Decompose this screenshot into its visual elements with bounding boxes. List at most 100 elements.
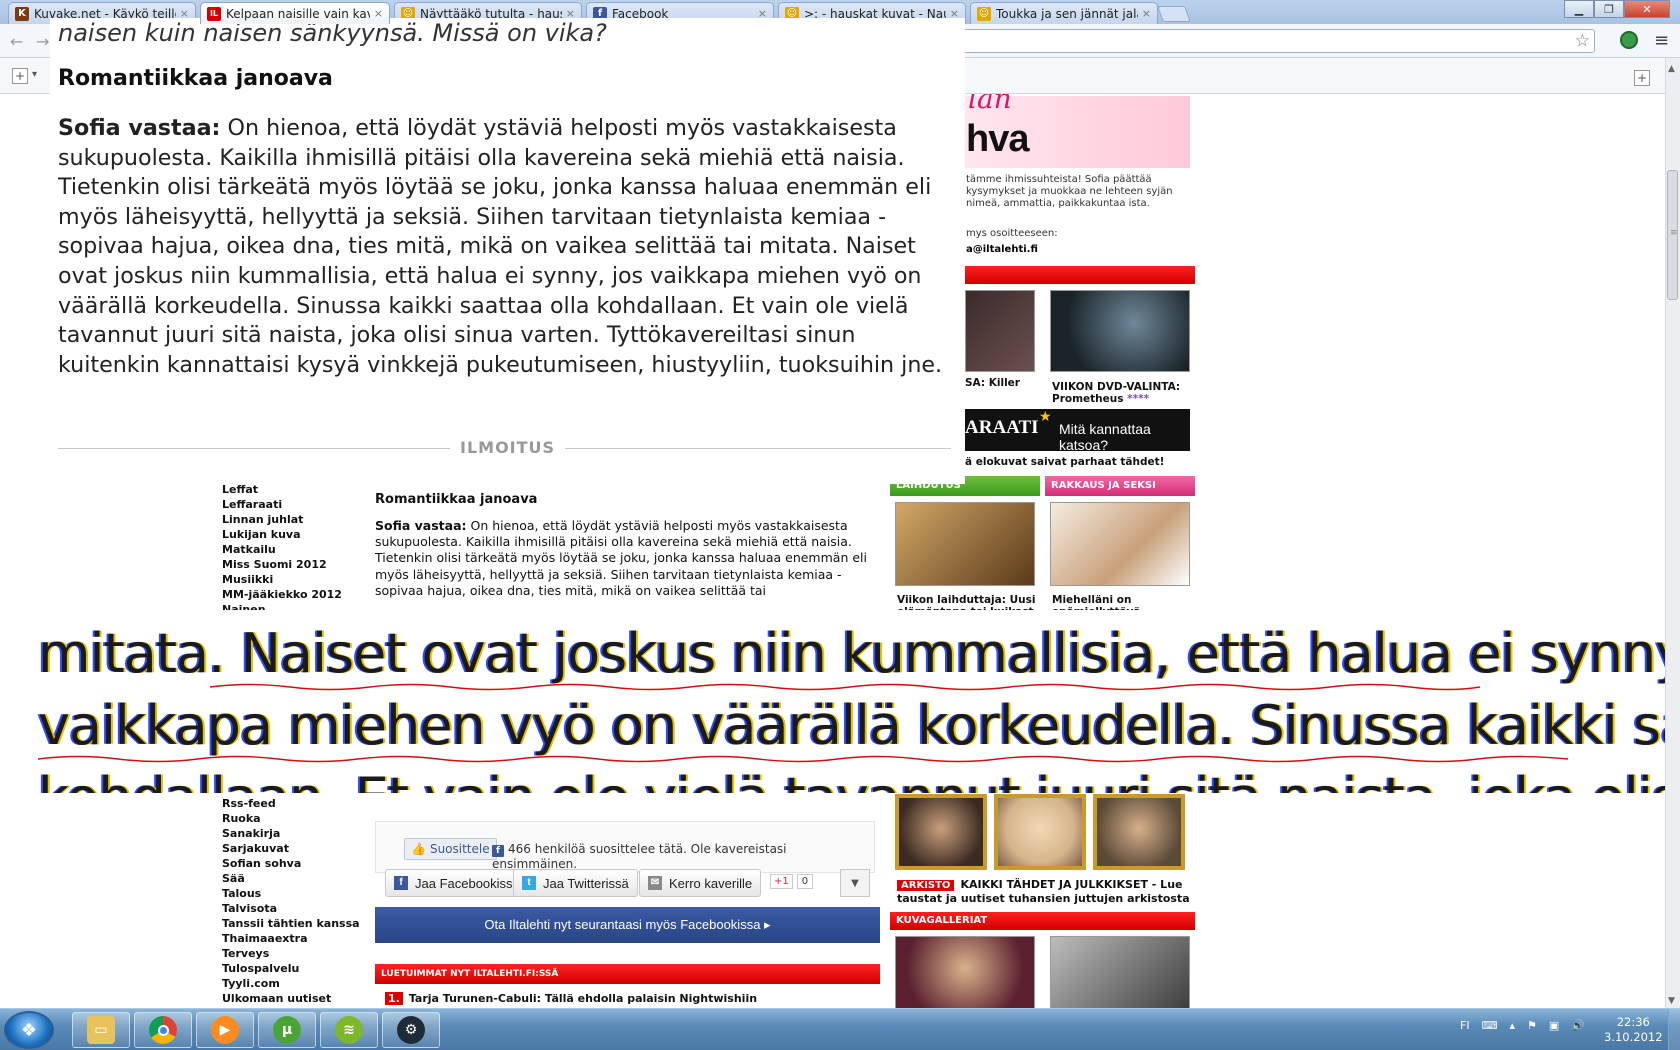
nav-link[interactable]: Leffaraati [222, 497, 362, 512]
like-count-text: f 466 henkilöä suosittelee tätä. Ole kave… [492, 842, 874, 871]
nav-link[interactable]: Matkailu [222, 542, 362, 557]
google-plus-one[interactable]: +1 0 [770, 874, 814, 889]
tab-close-icon[interactable]: × [1142, 7, 1151, 20]
add-panel-icon[interactable]: + [1634, 70, 1650, 86]
nav-link[interactable]: Sanakirja [222, 826, 362, 841]
new-tab-button[interactable] [1157, 6, 1191, 22]
share-facebook-button[interactable]: f Jaa Facebookissa [385, 869, 529, 897]
network-icon[interactable]: ▣ [1549, 1019, 1559, 1032]
nav-link[interactable]: Talvisota [222, 901, 362, 916]
nav-link[interactable]: Leffat [222, 482, 362, 497]
taskbar-steam[interactable]: ⚙ [382, 1012, 440, 1048]
tell-friend-button[interactable]: ✉ Kerro kaverille [639, 869, 762, 897]
chrome-menu-icon[interactable]: ≡ [1654, 30, 1669, 51]
facebook-icon: f [394, 876, 408, 890]
mail-icon: ✉ [648, 876, 662, 890]
nav-link[interactable]: Ruoka [222, 811, 362, 826]
nav-link[interactable]: Linnan juhlat [222, 512, 362, 527]
promo-text: tämme ihmissuhteista! Sofia päättää kysy… [966, 174, 1173, 209]
dvd-caption-prometheus[interactable]: VIIKON DVD-VALINTA: Prometheus **** [1052, 381, 1192, 405]
gallery-image[interactable] [1050, 936, 1190, 1008]
movie-caption-killer[interactable]: SA: Killer [965, 377, 1020, 389]
tray-expand-icon[interactable]: ▴ [1509, 1019, 1515, 1032]
answer-text: Sofia vastaa: On hienoa, että löydät yst… [58, 114, 958, 380]
tab-close-icon[interactable]: × [374, 7, 383, 20]
celebrity-portrait[interactable] [994, 794, 1086, 870]
start-button[interactable]: ❖ [4, 1011, 54, 1049]
minimize-icon[interactable]: ▁ [1564, 0, 1594, 18]
show-desktop-button[interactable] [1668, 1009, 1680, 1050]
nav-link[interactable]: Miss Suomi 2012 [222, 557, 362, 572]
nav-link[interactable]: Tyyli.com [222, 976, 362, 991]
magnified-line: kohdallaan. Et vain ole vielä tavannut j… [38, 766, 1665, 793]
celebrity-portrait[interactable] [895, 794, 987, 870]
extension-icon[interactable] [1620, 31, 1638, 49]
address-bar[interactable]: ☆ [960, 29, 1595, 53]
follow-on-facebook-banner[interactable]: Ota Iltalehti nyt seurantaasi myös Faceb… [375, 907, 880, 943]
prometheus-image[interactable] [1050, 290, 1190, 372]
taskbar-utorrent[interactable]: µ [258, 1012, 316, 1048]
taskbar-spotify[interactable]: ≋ [320, 1012, 378, 1048]
nav-link[interactable]: Musiikki [222, 572, 362, 587]
nav-link[interactable]: Ulkomaan uutiset [222, 991, 362, 1006]
share-tw-label: Jaa Twitterissä [543, 875, 629, 891]
language-indicator[interactable]: FI [1460, 1019, 1470, 1032]
tab-toukka[interactable]: ☺ Toukka ja sen jännät jalat - × [970, 2, 1158, 24]
flag-icon[interactable]: ⚑ [1527, 1019, 1537, 1032]
gplus-count: 0 [796, 874, 814, 889]
magnified-line: vaikkapa miehen vyö on väärällä korkeude… [38, 694, 1665, 757]
tab-iltalehti[interactable]: IL Kelpaan naisille vain kaveri × [200, 2, 390, 24]
taskbar-media-player[interactable]: ▶ [196, 1012, 254, 1048]
killer-movie-image[interactable] [965, 290, 1035, 372]
maximize-icon[interactable]: ❐ [1594, 0, 1624, 18]
scroll-down-icon[interactable]: ▼ [1668, 996, 1675, 1006]
nav-link[interactable]: Lukijan kuva [222, 527, 362, 542]
rakkaus-image[interactable] [1050, 502, 1190, 586]
thumbs-up-icon: 👍 [411, 842, 426, 856]
tab-label: Toukka ja sen jännät jalat - [996, 6, 1138, 21]
clock[interactable]: 22:36 3.10.2012 [1604, 1015, 1663, 1045]
ad-raati-caption[interactable]: ä elokuvat saivat parhaat tähdet! [965, 456, 1164, 468]
spotify-icon: ≋ [335, 1016, 363, 1044]
taskbar-chrome[interactable] [134, 1012, 192, 1048]
nav-link[interactable]: Sää [222, 871, 362, 886]
nav-link[interactable]: Talous [222, 886, 362, 901]
close-window-icon[interactable]: ✕ [1624, 0, 1670, 18]
share-more-dropdown[interactable]: ▼ [840, 869, 870, 897]
gplus-icon: +1 [770, 874, 793, 889]
like-button-label: Suosittele [429, 842, 490, 856]
spellcheck-underline [38, 755, 1568, 763]
promo-email-link[interactable]: a@iltalehti.fi [966, 244, 1038, 255]
nav-link[interactable]: Rss-feed [222, 796, 362, 811]
taskbar-explorer[interactable]: ▭ [72, 1012, 130, 1048]
nav-link[interactable]: Sarjakuvat [222, 841, 362, 856]
answer-body: On hienoa, että löydät ystäviä helposti … [58, 115, 943, 378]
add-bookmark-icon[interactable]: + [12, 68, 28, 84]
bookmark-star-icon[interactable]: ☆ [1575, 31, 1590, 51]
nav-link[interactable]: MM-jääkiekko 2012 [222, 587, 362, 602]
section-rakkaus[interactable]: RAKKAUS JA SEKSI [1045, 476, 1195, 496]
nav-link[interactable]: Tanssii tähtien kanssa [222, 916, 362, 931]
leffaraati-ad[interactable]: ARAATI ★ Mitä kannattaa katsoa? [965, 409, 1190, 453]
volume-icon[interactable]: 🔊 [1571, 1019, 1585, 1032]
iltalehti-favicon-icon: IL [207, 6, 221, 21]
window-controls: ▁ ❐ ✕ [1564, 0, 1670, 18]
keyboard-icon[interactable]: ⌨ [1482, 1019, 1498, 1032]
chevron-down-icon[interactable]: ▾ [32, 69, 37, 80]
red-section-bar [965, 266, 1195, 284]
archive-link[interactable]: ARKISTO KAIKKI TÄHDET JA JULKKIKSET - Lue… [897, 878, 1197, 905]
share-twitter-button[interactable]: t Jaa Twitterissä [513, 869, 638, 897]
nav-link[interactable]: Sofian sohva [222, 856, 362, 871]
nav-link[interactable]: Thaimaaextra [222, 931, 362, 946]
category-nav-bottom: Rss-feed Ruoka Sanakirja Sarjakuvat Sofi… [222, 796, 362, 1006]
facebook-like-button[interactable]: 👍 Suosittele [404, 838, 497, 860]
nav-link[interactable]: Terveys [222, 946, 362, 961]
nav-link[interactable]: Tulospalvelu [222, 961, 362, 976]
back-arrow-icon[interactable]: ← [10, 32, 23, 51]
most-read-item[interactable]: 1. Tarja Turunen-Cabuli: Tällä ehdolla pa… [385, 992, 757, 1005]
forward-arrow-icon[interactable]: → [36, 32, 49, 51]
gallery-image[interactable] [895, 936, 1035, 1008]
celebrity-portrait[interactable] [1093, 794, 1185, 870]
laihdutus-image[interactable] [895, 502, 1035, 586]
scroll-up-icon[interactable]: ▲ [1668, 64, 1675, 74]
